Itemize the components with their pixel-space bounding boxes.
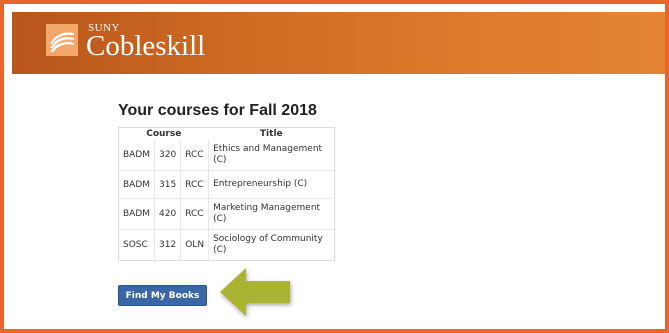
course-number: 320: [154, 140, 182, 171]
suny-cobleskill-logo-icon: [46, 24, 78, 56]
window-frame: SUNY Cobleskill Your courses for Fall 20…: [0, 0, 669, 333]
brand-cobleskill: Cobleskill: [86, 30, 206, 62]
table-row: BADM 420 RCC Marketing Management (C): [118, 198, 335, 230]
find-my-books-button[interactable]: Find My Books: [118, 285, 207, 306]
course-title: Sociology of Community (C): [208, 229, 335, 261]
site-header: SUNY Cobleskill: [12, 12, 665, 74]
column-header-title: Title: [259, 129, 283, 139]
table-row: BADM 315 RCC Entrepreneurship (C): [118, 170, 335, 199]
course-section: RCC: [180, 198, 210, 230]
courses-table: Course Title BADM 320 RCC Ethics and Man…: [118, 127, 335, 261]
column-header-course: Course: [146, 129, 182, 139]
course-dept: SOSC: [118, 229, 156, 261]
course-dept: BADM: [118, 198, 156, 230]
table-header-row: Course Title: [119, 128, 335, 141]
course-number: 312: [154, 229, 182, 261]
course-section: OLN: [180, 229, 210, 261]
course-number: 315: [154, 170, 182, 199]
course-section: RCC: [180, 170, 210, 199]
course-dept: BADM: [118, 140, 156, 171]
course-number: 420: [154, 198, 182, 230]
left-arrow-icon: [216, 264, 296, 325]
table-row: BADM 320 RCC Ethics and Management (C): [118, 140, 335, 171]
course-title: Marketing Management (C): [208, 198, 335, 230]
course-title: Entrepreneurship (C): [208, 170, 335, 199]
course-title: Ethics and Management (C): [213, 144, 323, 165]
course-section: RCC: [180, 140, 210, 171]
course-dept: BADM: [118, 170, 156, 199]
page-title: Your courses for Fall 2018: [118, 102, 317, 119]
table-row: SOSC 312 OLN Sociology of Community (C): [118, 229, 335, 261]
